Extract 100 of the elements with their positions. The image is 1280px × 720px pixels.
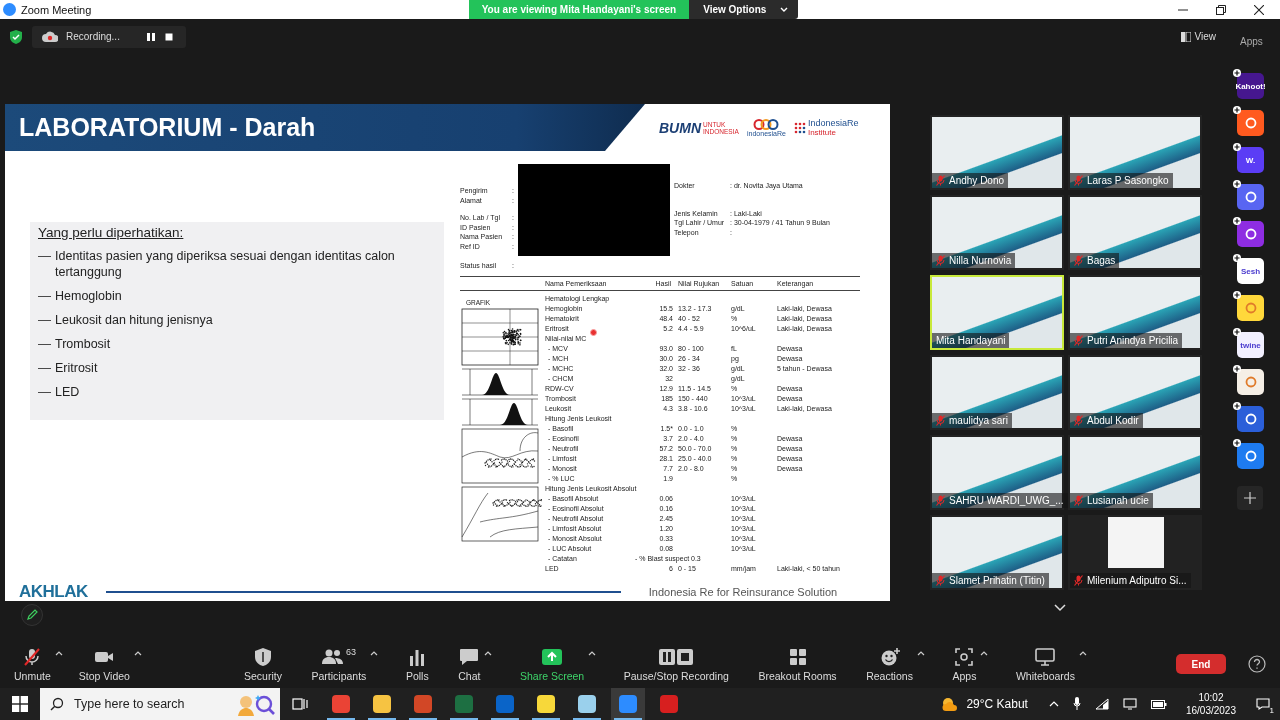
toolbar-button[interactable]: Breakout Rooms [756,644,839,684]
end-meeting-button[interactable]: End [1176,654,1226,674]
dash-marker: — [38,384,51,400]
cloud-record-icon [42,31,58,42]
battery-icon[interactable] [1150,699,1167,709]
caret-icon[interactable] [484,650,493,656]
name-tag: Mita Handayani [932,333,1010,348]
app-button[interactable] [1237,295,1264,321]
toolbar-button[interactable]: Security [242,644,284,684]
name-tag: Milenium Adiputro Si... [1070,573,1191,588]
dash-marker: — [38,336,51,352]
caret-icon[interactable] [133,650,142,656]
search-icon [50,697,64,711]
participant-tile[interactable]: maulidya sari [930,355,1064,430]
restore-icon[interactable] [1216,4,1226,15]
chat-bubble-icon [459,646,480,667]
toolbar-button[interactable]: Chat [456,644,483,684]
ring-icon [1244,228,1257,240]
chevron-down-icon [1054,604,1066,612]
monitor-icon [1035,646,1056,667]
task-view-icon[interactable] [292,697,308,711]
plus-icon [1244,492,1256,504]
microphone-icon[interactable] [1072,697,1081,711]
wifi-icon[interactable] [1094,698,1109,710]
plus-badge-icon [1233,439,1241,447]
search-field[interactable]: Type here to search [72,696,226,712]
pause-icon[interactable] [145,31,156,42]
window-title: Zoom Meeting [21,3,92,16]
rings-logo-icon [753,118,780,130]
apps-heading: Apps [1240,35,1264,47]
ring-icon [1244,450,1257,462]
slide-title: LABORATORIUM - Darah [19,113,316,142]
caret-icon[interactable] [980,650,989,656]
recording-label: Recording... [66,31,120,42]
toolbar-button[interactable]: 63 Participants [309,644,369,684]
plus-badge-icon [1233,180,1241,188]
caret-icon[interactable] [588,650,597,656]
app-button[interactable] [1237,184,1264,210]
toolbar-button[interactable]: Polls [403,644,431,684]
start-icon[interactable] [12,696,28,712]
app-button[interactable] [1237,406,1264,432]
toolbar-button[interactable]: Pause/Stop Recording [621,644,731,684]
participant-tile[interactable]: Putri Anindya Pricilia [1068,275,1202,350]
app-button[interactable] [1237,369,1264,395]
participant-tile[interactable]: Laras P Sasongko [1068,115,1202,190]
taskbar-app-button[interactable] [611,688,645,720]
close-icon[interactable] [1254,4,1264,15]
toolbar-button[interactable]: Apps [950,644,979,684]
annotate-pencil-button[interactable] [21,604,43,626]
shield-icon[interactable] [10,29,22,44]
participant-tile[interactable]: Abdul Kodir [1068,355,1202,430]
participant-tile[interactable]: Slamet Prihatin (Titin) [930,515,1064,590]
caret-icon[interactable] [1078,650,1087,656]
dots-logo-icon [793,121,806,134]
toolbar-button[interactable]: Unmute [12,644,53,684]
chevron-up-icon[interactable] [1048,701,1059,707]
caret-icon[interactable] [54,650,63,656]
plus-badge-icon [1233,402,1241,410]
toolbar-button[interactable]: Stop Video [76,644,132,684]
app-button[interactable]: twine [1237,332,1264,358]
plus-badge-icon [1233,217,1241,225]
checklist-item: Leukosit dan hitung jenisnya [55,312,213,328]
view-button[interactable]: View [1180,31,1216,42]
toolbar-button[interactable]: Share Screen [518,644,587,684]
help-icon[interactable] [1248,655,1266,673]
plus-badge-icon [1233,143,1241,151]
pencil-icon [26,609,38,621]
apps-icon [955,646,974,667]
app-button[interactable]: W. [1237,147,1264,173]
weather-widget[interactable]: 29°C Kabut [940,696,1028,712]
ring-icon [1244,191,1257,203]
participant-tile[interactable]: Andhy Dono [930,115,1064,190]
participant-tile[interactable]: Mita Handayani [930,275,1064,350]
notifications-button[interactable]: 1 [1250,692,1276,716]
add-app-button[interactable] [1237,486,1263,510]
toolbar-button[interactable]: Reactions [864,644,915,684]
layout-icon [1180,31,1191,42]
name-tag: Andhy Dono [932,173,1009,188]
participant-tile[interactable]: Milenium Adiputro Si... [1068,515,1202,590]
checklist-item: Eritrosit [55,360,98,376]
logo-text: BUMN [659,119,701,136]
toolbar-button[interactable]: Whiteboards [1013,644,1077,684]
footer-tagline: Indonesia Re for Reinsurance Solution [648,585,838,598]
participant-tile[interactable]: Bagas [1068,195,1202,270]
display-icon[interactable] [1122,698,1137,710]
dash-marker: — [38,360,51,376]
stop-icon[interactable] [163,31,174,42]
participant-tile[interactable]: Lusianah ucie [1068,435,1202,510]
app-button[interactable] [1237,110,1264,136]
caret-icon[interactable] [916,650,925,656]
app-button[interactable]: Kahoot! [1237,73,1264,99]
search-bar[interactable]: Type here to search [40,688,280,720]
app-button[interactable] [1237,221,1264,247]
app-button[interactable] [1237,443,1264,469]
participant-tile[interactable]: Nilla Nurnovia [930,195,1064,270]
view-options-button[interactable]: View Options [689,0,799,19]
pointer-dot [590,328,597,336]
app-button[interactable]: Sesh [1237,258,1264,284]
logo-text: IndonesiaRe [807,118,859,128]
caret-icon[interactable] [370,650,379,656]
